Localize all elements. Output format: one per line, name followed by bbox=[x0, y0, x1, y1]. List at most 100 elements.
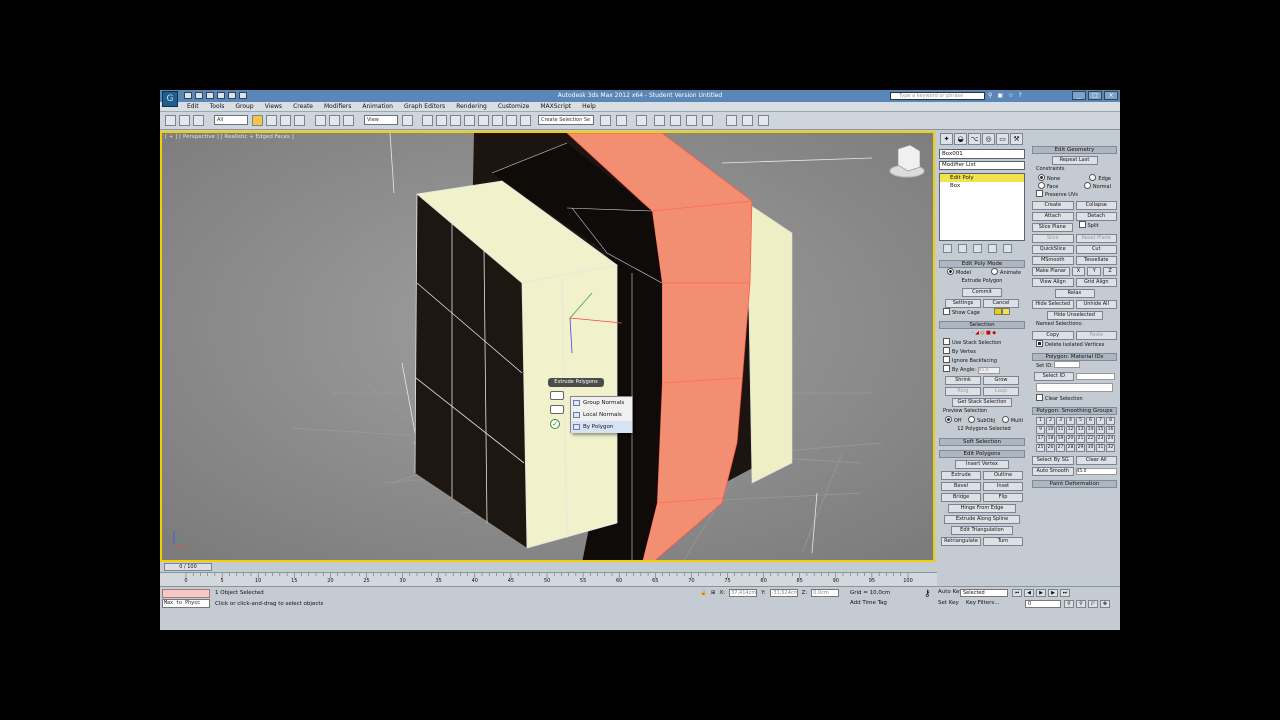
sg-button[interactable]: 8 bbox=[1106, 417, 1115, 425]
sg-button[interactable]: 22 bbox=[1086, 435, 1095, 443]
rotate-icon[interactable] bbox=[329, 115, 340, 126]
sg-button[interactable]: 28 bbox=[1066, 444, 1075, 452]
preview-multi-radio[interactable]: Multi bbox=[998, 416, 1023, 425]
paste-button[interactable]: Paste bbox=[1075, 331, 1117, 340]
named-selection-dropdown[interactable]: Create Selection Se bbox=[538, 115, 594, 125]
use-stack-selection-checkbox[interactable]: Use Stack Selection bbox=[939, 338, 1025, 347]
time-slider-thumb[interactable]: 0 / 100 bbox=[164, 563, 212, 571]
attach-button[interactable]: Attach bbox=[1032, 212, 1074, 221]
z-coordinate-field[interactable]: 0,0cm bbox=[811, 589, 840, 597]
material-editor-icon[interactable] bbox=[702, 115, 713, 126]
grid-align-button[interactable]: Grid Align bbox=[1075, 278, 1117, 287]
hinge-from-edge-button[interactable]: Hinge From Edge bbox=[948, 504, 1016, 513]
curve-editor-icon[interactable] bbox=[670, 115, 681, 126]
option-by-polygon[interactable]: By Polygon bbox=[571, 421, 632, 433]
remove-modifier-icon[interactable] bbox=[988, 244, 997, 253]
z-button[interactable]: Z bbox=[1103, 267, 1117, 276]
menu-help[interactable]: Help bbox=[582, 103, 596, 110]
get-stack-selection-button[interactable]: Get Stack Selection bbox=[952, 398, 1012, 407]
named-selection-icon[interactable] bbox=[520, 115, 531, 126]
bridge-button[interactable]: Bridge bbox=[941, 493, 981, 502]
object-name-field[interactable]: Box001 bbox=[939, 149, 1025, 159]
turn-button[interactable]: Turn bbox=[983, 537, 1023, 546]
flip-button[interactable]: Flip bbox=[983, 493, 1023, 502]
ref-coord-dropdown[interactable]: View bbox=[364, 115, 398, 125]
y-button[interactable]: Y bbox=[1087, 267, 1102, 276]
time-slider[interactable]: 0 / 100 bbox=[160, 562, 937, 572]
inset-button[interactable]: Inset bbox=[983, 482, 1023, 491]
loop-button[interactable]: Loop bbox=[983, 387, 1019, 396]
sg-button[interactable]: 12 bbox=[1066, 426, 1075, 434]
pin-stack-icon[interactable] bbox=[943, 244, 952, 253]
preview-subobj-radio[interactable]: SubObj bbox=[964, 416, 995, 425]
repeat-last-button[interactable]: Repeat Last bbox=[1051, 156, 1098, 165]
absolute-mode-icon[interactable]: ⊞ bbox=[711, 590, 716, 596]
next-frame-icon[interactable]: ▶ bbox=[1048, 589, 1058, 597]
menu-edit[interactable]: Edit bbox=[187, 103, 199, 110]
maxscript-input[interactable]: Max to Physc bbox=[162, 599, 210, 608]
menu-maxscript[interactable]: MAXScript bbox=[540, 103, 571, 110]
outline-button[interactable]: Outline bbox=[983, 471, 1023, 480]
sg-button[interactable]: 15 bbox=[1096, 426, 1105, 434]
grow-button[interactable]: Grow bbox=[983, 376, 1019, 385]
schematic-view-icon[interactable] bbox=[686, 115, 697, 126]
sg-button[interactable]: 11 bbox=[1056, 426, 1065, 434]
modifier-list-dropdown[interactable]: Modifier List bbox=[939, 161, 1025, 170]
create-tab-icon[interactable]: ✦ bbox=[940, 133, 953, 145]
model-radio[interactable]: Model bbox=[943, 268, 971, 277]
split-checkbox[interactable]: Split bbox=[1075, 221, 1118, 230]
render-production-icon[interactable] bbox=[758, 115, 769, 126]
mirror-icon[interactable] bbox=[600, 115, 611, 126]
move-icon[interactable] bbox=[315, 115, 326, 126]
menu-create[interactable]: Create bbox=[293, 103, 313, 110]
utilities-tab-icon[interactable]: ⚒ bbox=[1010, 133, 1023, 145]
selection-filter-dropdown[interactable]: All bbox=[214, 115, 248, 125]
sg-button[interactable]: 31 bbox=[1096, 444, 1105, 452]
constraint-edge-radio[interactable]: Edge bbox=[1089, 174, 1111, 182]
pivot-center-icon[interactable] bbox=[402, 115, 413, 126]
set-id-field[interactable] bbox=[1054, 361, 1081, 368]
sg-button[interactable]: 16 bbox=[1106, 426, 1115, 434]
select-manipulate-icon[interactable] bbox=[422, 115, 433, 126]
slice-plane-button[interactable]: Slice Plane bbox=[1032, 223, 1073, 232]
relax-button[interactable]: Relax bbox=[1054, 289, 1095, 298]
by-angle-field[interactable]: 45.0 bbox=[977, 367, 1000, 374]
material-name-dropdown[interactable] bbox=[1036, 383, 1113, 392]
sg-button[interactable]: 30 bbox=[1086, 444, 1095, 452]
make-unique-icon[interactable] bbox=[973, 244, 982, 253]
sg-button[interactable]: 19 bbox=[1056, 435, 1065, 443]
cage-selected-color-swatch[interactable] bbox=[1001, 308, 1010, 315]
bind-spacewarp-icon[interactable] bbox=[193, 115, 204, 126]
close-icon[interactable]: × bbox=[1104, 91, 1118, 100]
select-by-name-icon[interactable] bbox=[266, 115, 277, 126]
menu-rendering[interactable]: Rendering bbox=[456, 103, 487, 110]
edit-triangulation-button[interactable]: Edit Triangulation bbox=[951, 526, 1013, 535]
key-icon[interactable]: ⚷ bbox=[924, 589, 931, 599]
select-id-field[interactable] bbox=[1075, 373, 1115, 380]
make-planar-button[interactable]: Make Planar bbox=[1032, 267, 1070, 276]
previous-frame-icon[interactable]: ◀ bbox=[1024, 589, 1034, 597]
modify-tab-icon[interactable]: ◒ bbox=[954, 133, 967, 145]
sg-button[interactable]: 5 bbox=[1076, 417, 1085, 425]
rollout-header[interactable]: Polygon: Material IDs bbox=[1032, 353, 1117, 361]
quickslice-button[interactable]: QuickSlice bbox=[1032, 245, 1074, 254]
sg-button[interactable]: 24 bbox=[1106, 435, 1115, 443]
menu-views[interactable]: Views bbox=[265, 103, 282, 110]
maximize-icon[interactable]: □ bbox=[1088, 91, 1102, 100]
stack-item-edit-poly[interactable]: Edit Poly bbox=[940, 174, 1024, 182]
viewport-label[interactable]: [ + ] [ Perspective ] [ Realistic + Edge… bbox=[165, 134, 294, 140]
clear-selection-checkbox[interactable]: Clear Selection bbox=[1032, 394, 1117, 403]
retriangulate-button[interactable]: Retriangulate bbox=[941, 537, 981, 546]
by-vertex-checkbox[interactable]: By Vertex bbox=[939, 347, 1025, 356]
spinner-snap-icon[interactable] bbox=[492, 115, 503, 126]
hide-unselected-button[interactable]: Hide Unselected bbox=[1046, 311, 1103, 320]
sg-button[interactable]: 27 bbox=[1056, 444, 1065, 452]
sg-button[interactable]: 17 bbox=[1036, 435, 1045, 443]
constraint-face-radio[interactable]: Face bbox=[1038, 182, 1058, 190]
display-tab-icon[interactable]: ▭ bbox=[996, 133, 1009, 145]
preserve-uvs-checkbox[interactable]: Preserve UVs bbox=[1032, 190, 1117, 199]
current-frame-field[interactable]: 0 bbox=[1025, 600, 1061, 608]
shrink-button[interactable]: Shrink bbox=[945, 376, 981, 385]
x-button[interactable]: X bbox=[1071, 267, 1086, 276]
window-crossing-icon[interactable] bbox=[294, 115, 305, 126]
